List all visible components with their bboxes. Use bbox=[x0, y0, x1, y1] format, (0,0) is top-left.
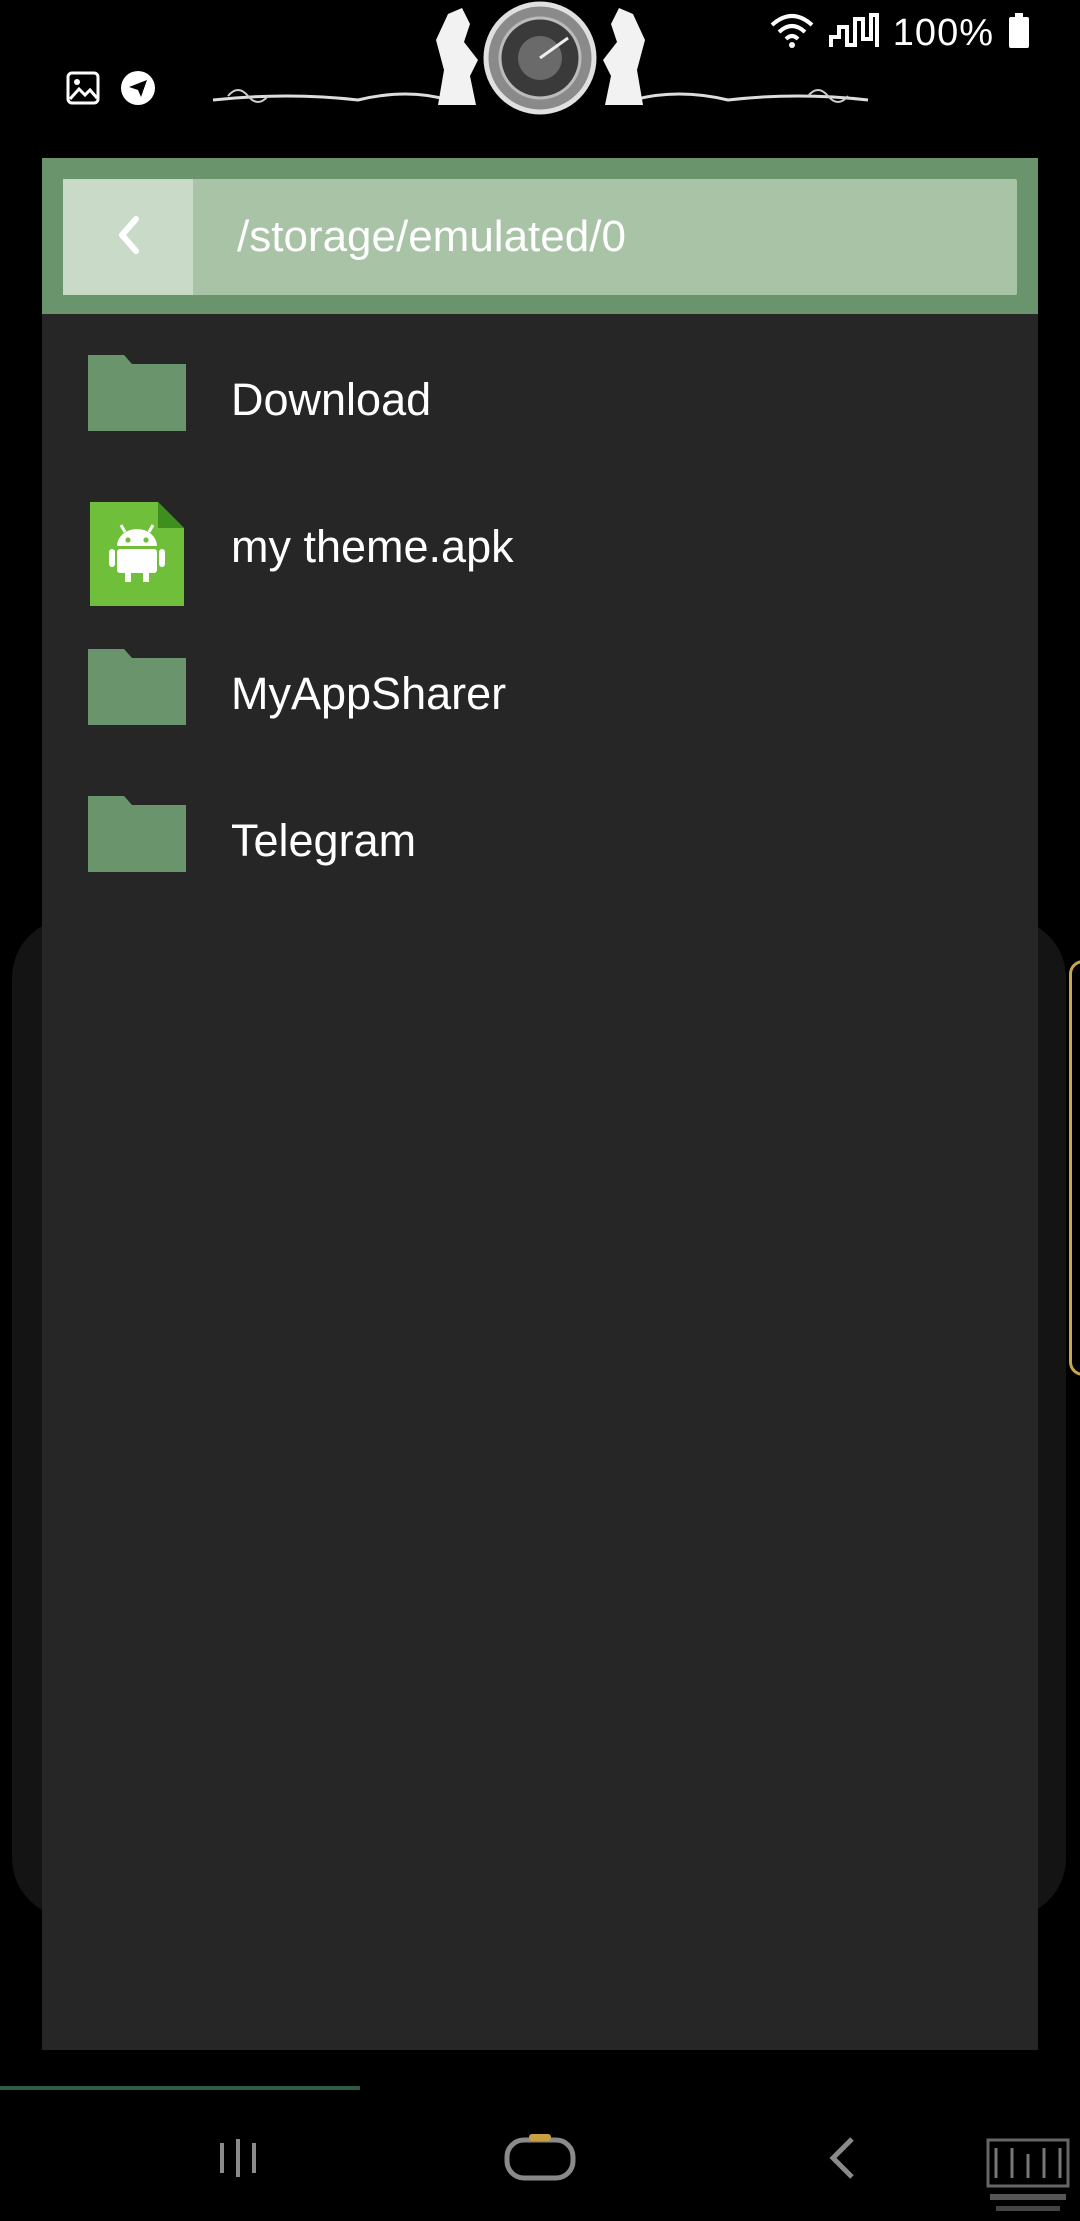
status-bar-right: 100% bbox=[769, 12, 1030, 55]
list-item-telegram[interactable]: Telegram bbox=[42, 767, 1038, 914]
path-back-button[interactable] bbox=[63, 179, 193, 295]
file-name: Telegram bbox=[231, 814, 417, 866]
watermark-logo bbox=[982, 2134, 1074, 2216]
file-name: Download bbox=[231, 373, 432, 425]
home-icon bbox=[504, 2133, 576, 2187]
list-item-my-theme-apk[interactable]: my theme.apk bbox=[42, 473, 1038, 620]
status-bar-left bbox=[66, 70, 156, 111]
back-button[interactable] bbox=[772, 2100, 912, 2220]
file-name: my theme.apk bbox=[231, 520, 514, 572]
folder-icon bbox=[88, 648, 186, 739]
dialog-header: /storage/emulated/0 bbox=[42, 158, 1038, 314]
signal-icon bbox=[828, 13, 879, 54]
apk-file-icon bbox=[88, 501, 186, 606]
list-item-myappsharer[interactable]: MyAppSharer bbox=[42, 620, 1038, 767]
current-path: /storage/emulated/0 bbox=[237, 212, 626, 261]
chevron-left-icon bbox=[116, 215, 140, 260]
progress-line bbox=[0, 2086, 360, 2090]
file-name: MyAppSharer bbox=[231, 667, 507, 719]
path-bar: /storage/emulated/0 bbox=[63, 179, 1017, 295]
battery-icon bbox=[1008, 13, 1030, 54]
list-item-download[interactable]: Download bbox=[42, 326, 1038, 473]
wifi-icon bbox=[769, 13, 815, 54]
home-button[interactable] bbox=[470, 2100, 610, 2220]
recents-icon bbox=[217, 2138, 259, 2182]
file-list: Download my theme.apk MyAppSharer Telegr… bbox=[42, 326, 1038, 914]
recents-button[interactable] bbox=[168, 2100, 308, 2220]
telegram-icon bbox=[120, 70, 156, 111]
file-chooser-dialog: /storage/emulated/0 Download my theme.ap… bbox=[42, 158, 1038, 2050]
battery-percentage: 100% bbox=[892, 12, 994, 54]
back-icon bbox=[828, 2136, 856, 2185]
background-accent bbox=[1069, 960, 1080, 1376]
navigation-bar bbox=[0, 2100, 1080, 2220]
folder-icon bbox=[88, 354, 186, 445]
gallery-icon bbox=[66, 71, 100, 110]
folder-icon bbox=[88, 795, 186, 886]
